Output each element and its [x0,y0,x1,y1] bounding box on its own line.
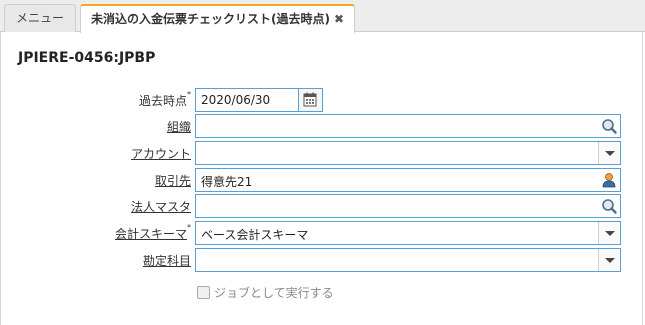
schema-row: 会計スキーマ* ベース会計スキーマ [1,221,644,245]
search-icon[interactable] [598,195,620,217]
account-row: アカウント [1,141,644,165]
chevron-down-icon[interactable] [598,249,620,271]
bp-field[interactable]: 得意先21 [195,168,621,192]
account-label[interactable]: アカウント [131,145,191,162]
chevron-down-icon[interactable] [598,222,620,244]
calendar-icon[interactable] [299,88,323,112]
schema-label-text: 会計スキーマ [114,227,187,241]
date-label-text: 過去時点 [138,94,187,108]
batch-option[interactable]: ジョブとして実行する [197,284,334,301]
date-label: 過去時点* [138,90,191,109]
batch-label: ジョブとして実行する [214,286,334,300]
corp-row: 法人マスタ [1,194,644,218]
required-mark: * [187,90,191,99]
bp-row: 取引先 得意先21 [1,168,644,192]
element-row: 勘定科目 [1,248,644,272]
corp-field[interactable] [195,194,621,218]
page-title: JPIERE-0456:JPBP [18,50,156,66]
tab-checklist[interactable]: 未消込の入金伝票チェックリスト(過去時点) ✖ [80,4,355,33]
org-label[interactable]: 組織 [167,118,191,135]
close-icon[interactable]: ✖ [334,6,344,32]
bp-value: 得意先21 [201,175,253,189]
batch-checkbox[interactable] [197,286,210,299]
tab-checklist-label: 未消込の入金伝票チェックリスト(過去時点) [91,12,330,26]
schema-label[interactable]: 会計スキーマ* [114,223,191,242]
process-dialog: JPIERE-0456:JPBP 過去時点* 2020/06/30 組織 アカウ… [0,32,643,325]
bp-label[interactable]: 取引先 [155,172,191,189]
account-select[interactable] [195,141,621,165]
required-mark: * [187,223,191,232]
org-row: 組織 [1,114,644,138]
element-select[interactable] [195,248,621,272]
schema-value: ベース会計スキーマ [201,228,309,242]
tab-menu[interactable]: メニュー [4,4,76,32]
date-value: 2020/06/30 [201,93,271,107]
org-field[interactable] [195,114,621,138]
date-input[interactable]: 2020/06/30 [195,88,299,112]
date-row: 過去時点* 2020/06/30 [1,88,644,112]
chevron-down-icon[interactable] [598,142,620,164]
person-icon[interactable] [598,169,620,191]
search-icon[interactable] [598,115,620,137]
schema-select[interactable]: ベース会計スキーマ [195,221,621,245]
corp-label[interactable]: 法人マスタ [131,198,191,215]
tab-bar: メニュー 未消込の入金伝票チェックリスト(過去時点) ✖ [0,0,645,33]
element-label[interactable]: 勘定科目 [143,252,191,269]
